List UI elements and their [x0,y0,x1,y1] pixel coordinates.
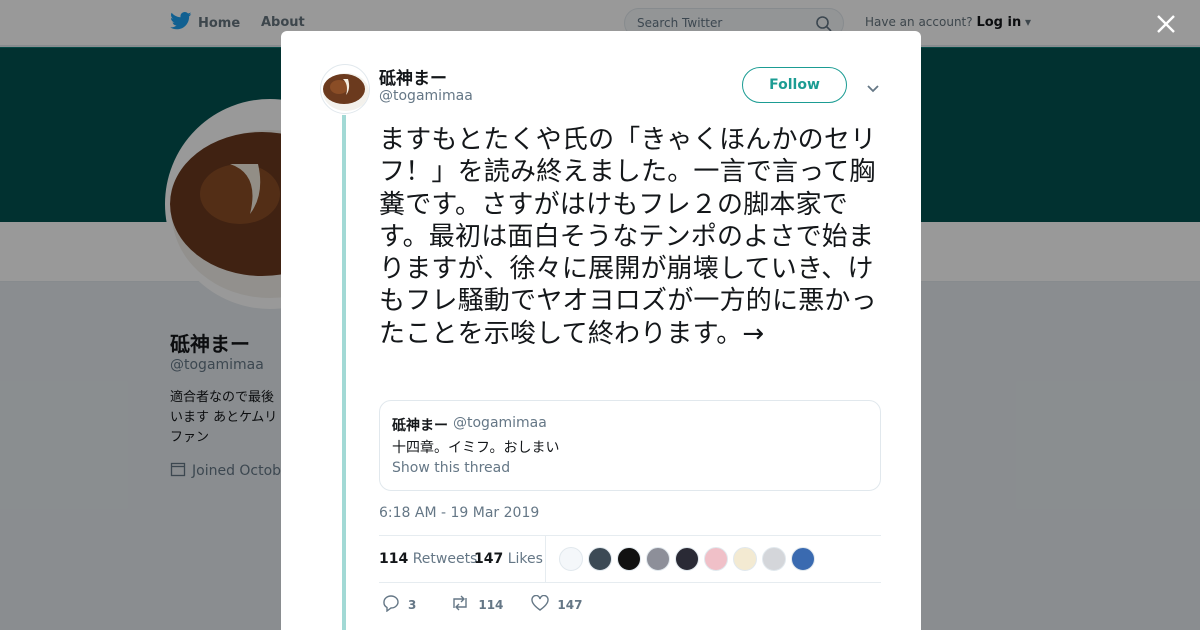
likes-label: Likes [507,551,543,567]
reply-icon[interactable] [382,594,400,615]
quoted-tweet[interactable]: 砥神まー @togamimaa 十四章。イミフ。おしまい Show this t… [379,400,881,491]
retweets-stat[interactable]: 114 Retweets [379,551,477,567]
retweets-count: 114 [379,551,409,567]
curry-avatar-icon [323,73,369,111]
tweet-modal: 砥神まー @togamimaa Follow ますもとたくや氏の「きゃくほんかの… [281,31,921,630]
liker-avatar[interactable] [675,547,699,571]
likes-count: 147 [474,551,504,567]
likes-stat[interactable]: 147 Likes [474,551,543,567]
liker-avatar[interactable] [617,547,641,571]
chevron-down-icon[interactable] [866,79,880,98]
retweet-icon[interactable] [450,594,470,615]
reply-action[interactable]: 3 [382,594,416,615]
tweet-author-avatar[interactable] [320,64,370,114]
tweet-timestamp[interactable]: 6:18 AM - 19 Mar 2019 [379,505,539,521]
like-action[interactable]: 147 [531,594,583,614]
liker-avatar[interactable] [791,547,815,571]
liker-avatar[interactable] [704,547,728,571]
like-count: 147 [557,597,583,612]
tweet-actions: 3 114 147 [382,594,606,615]
liker-avatar[interactable] [733,547,757,571]
retweets-label: Retweets [412,551,478,567]
liker-avatar[interactable] [559,547,583,571]
tweet-author-name[interactable]: 砥神まー [379,64,447,89]
thread-line [342,115,346,630]
reply-count: 3 [408,597,417,612]
liker-avatar[interactable] [762,547,786,571]
stats-divider [545,536,546,582]
liker-avatars [559,547,815,571]
tweet-text: ますもとたくや氏の「きゃくほんかのセリフ！」を読み終えました。一言で言って胸糞で… [379,125,877,349]
tweet-stats: 114 Retweets 147 Likes [379,535,881,583]
quoted-text: 十四章。イミフ。おしまい [392,440,560,456]
heart-icon[interactable] [531,594,550,614]
retweet-count: 114 [478,597,504,612]
liker-avatar[interactable] [646,547,670,571]
quoted-author-handle: @togamimaa [453,415,547,431]
retweet-action[interactable]: 114 [450,594,503,615]
close-icon[interactable] [1154,12,1178,36]
show-thread-link[interactable]: Show this thread [392,460,510,476]
follow-button[interactable]: Follow [742,67,847,103]
tweet-author-handle[interactable]: @togamimaa [379,88,473,104]
liker-avatar[interactable] [588,547,612,571]
quoted-author-name: 砥神まー [392,418,448,434]
